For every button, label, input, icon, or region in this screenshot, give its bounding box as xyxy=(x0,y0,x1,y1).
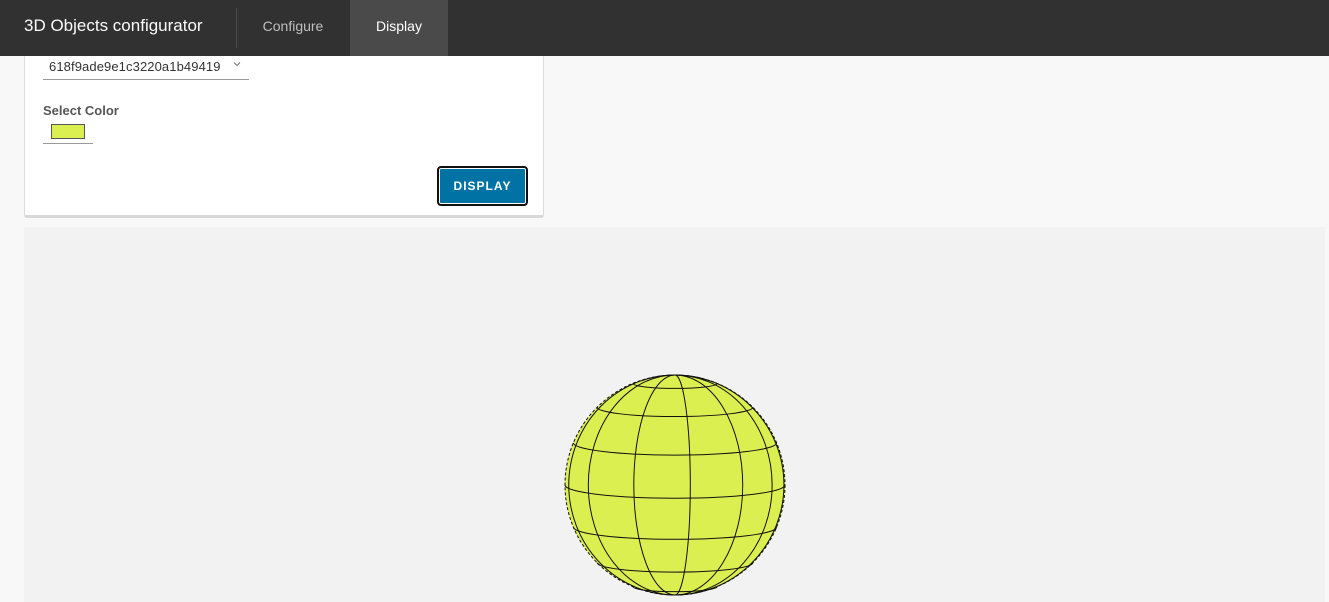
tab-configure[interactable]: Configure xyxy=(237,0,349,56)
display-button[interactable]: DISPLAY xyxy=(437,166,528,206)
object-select-value: 618f9ade9e1c3220a1b49419 xyxy=(49,59,221,74)
color-swatch[interactable] xyxy=(51,124,85,139)
color-label: Select Color xyxy=(43,103,119,118)
tab-display[interactable]: Display xyxy=(350,0,448,56)
3d-viewport[interactable] xyxy=(24,227,1325,602)
app-header: 3D Objects configurator Configure Displa… xyxy=(0,0,1329,56)
config-card: 618f9ade9e1c3220a1b49419 Select Color DI… xyxy=(24,56,544,218)
object-select[interactable]: 618f9ade9e1c3220a1b49419 xyxy=(43,58,249,80)
color-picker[interactable] xyxy=(43,122,93,144)
app-title: 3D Objects configurator xyxy=(24,16,203,35)
sphere-render xyxy=(564,374,786,596)
chevron-down-icon xyxy=(233,62,241,67)
